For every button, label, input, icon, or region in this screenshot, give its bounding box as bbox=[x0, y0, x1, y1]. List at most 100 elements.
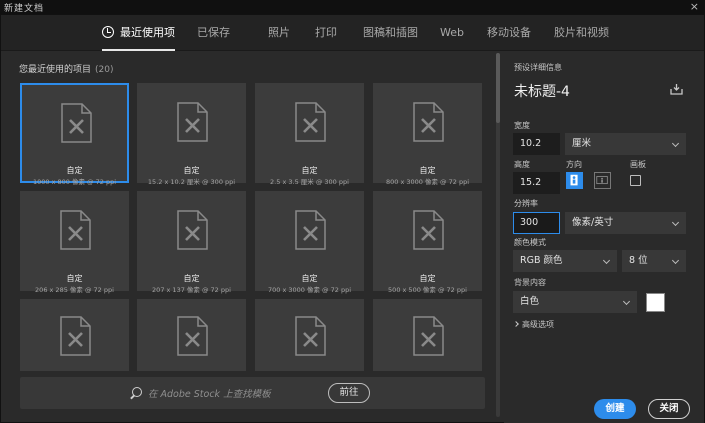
tab-web[interactable]: Web bbox=[440, 15, 464, 51]
tab-art-illustration[interactable]: 图稿和插图 bbox=[363, 15, 418, 51]
advanced-options-label: 高级选项 bbox=[522, 320, 554, 329]
chevron-down-icon bbox=[671, 139, 680, 148]
document-icon bbox=[61, 103, 92, 143]
tab-mobile[interactable]: 移动设备 bbox=[487, 15, 531, 51]
recent-item-card[interactable]: 自定 15.2 x 10.2 厘米 @ 300 ppi bbox=[137, 83, 246, 186]
item-name: 自定 bbox=[301, 274, 318, 283]
tab-recent[interactable]: 最近使用项 bbox=[102, 15, 175, 51]
document-icon bbox=[177, 316, 208, 356]
tab-saved[interactable]: 已保存 bbox=[197, 15, 230, 51]
chevron-down-icon bbox=[602, 256, 611, 265]
item-name: 自定 bbox=[183, 274, 200, 283]
landscape-icon bbox=[596, 176, 608, 185]
recent-item-card[interactable]: 自定 500 x 500 像素 @ 72 ppi bbox=[373, 191, 482, 294]
recent-item-card[interactable] bbox=[373, 299, 482, 371]
recent-item-card[interactable] bbox=[137, 299, 246, 371]
new-document-dialog: 最近使用项 已保存 照片 打印 图稿和插图 Web 移动设备 胶片和视频 您最近… bbox=[0, 14, 705, 423]
chevron-down-icon bbox=[671, 256, 680, 265]
portrait-icon bbox=[570, 174, 578, 186]
document-icon bbox=[60, 316, 91, 356]
recent-items-header: 您最近使用的项目 (20) bbox=[19, 62, 114, 75]
color-mode-select[interactable]: RGB 颜色 bbox=[513, 250, 617, 272]
recent-item-card[interactable]: 自定 1000 x 800 像素 @ 72 ppi bbox=[20, 83, 129, 186]
go-button[interactable]: 前往 bbox=[328, 383, 370, 403]
recent-item-card[interactable]: 自定 206 x 285 像素 @ 72 ppi bbox=[20, 191, 129, 294]
advanced-options-toggle[interactable]: 高级选项 bbox=[513, 319, 554, 330]
artboard-label: 画板 bbox=[630, 160, 646, 169]
background-value: 白色 bbox=[520, 296, 540, 307]
background-color-swatch[interactable] bbox=[646, 293, 665, 312]
item-size: 500 x 500 像素 @ 72 ppi bbox=[388, 286, 467, 294]
adobe-stock-search-bar[interactable]: 在 Adobe Stock 上查找模板 前往 bbox=[20, 377, 485, 409]
grid-scrollbar[interactable] bbox=[496, 53, 500, 417]
tab-label: 最近使用项 bbox=[120, 26, 175, 39]
item-name: 自定 bbox=[419, 274, 436, 283]
item-size: 2.5 x 3.5 厘米 @ 300 ppi bbox=[270, 178, 349, 186]
create-button[interactable]: 创建 bbox=[594, 399, 636, 419]
width-unit-select[interactable]: 厘米 bbox=[565, 133, 686, 155]
chevron-down-icon bbox=[671, 218, 680, 227]
recent-item-card[interactable]: 自定 207 x 137 像素 @ 72 ppi bbox=[137, 191, 246, 294]
bit-depth-select[interactable]: 8 位 bbox=[622, 250, 686, 272]
document-icon bbox=[177, 102, 208, 142]
recent-item-card[interactable]: 自定 700 x 3000 像素 @ 72 ppi bbox=[255, 191, 364, 294]
document-icon bbox=[60, 210, 91, 250]
document-name-field[interactable]: 未标题-4 bbox=[514, 81, 570, 101]
scrollbar-thumb[interactable] bbox=[496, 53, 500, 123]
document-icon bbox=[295, 316, 326, 356]
tab-photo[interactable]: 照片 bbox=[268, 15, 290, 51]
width-unit-value: 厘米 bbox=[572, 138, 592, 149]
background-select[interactable]: 白色 bbox=[513, 291, 637, 313]
close-button[interactable]: 关闭 bbox=[648, 399, 690, 419]
height-input[interactable]: 15.2 bbox=[513, 172, 560, 194]
recent-items-grid: 自定 1000 x 800 像素 @ 72 ppi 自定 15.2 x 10.2… bbox=[20, 83, 490, 383]
height-label: 高度 bbox=[514, 160, 530, 169]
resolution-unit-value: 像素/英寸 bbox=[572, 217, 614, 228]
category-tabs: 最近使用项 已保存 照片 打印 图稿和插图 Web 移动设备 胶片和视频 bbox=[1, 15, 704, 51]
tab-print[interactable]: 打印 bbox=[315, 15, 337, 51]
landscape-orientation-button[interactable] bbox=[594, 172, 611, 189]
color-mode-value: RGB 颜色 bbox=[520, 255, 563, 266]
recent-items-count: (20) bbox=[95, 65, 114, 75]
artboard-checkbox[interactable] bbox=[630, 175, 641, 186]
recent-item-card[interactable] bbox=[255, 299, 364, 371]
document-icon bbox=[295, 102, 326, 142]
item-size: 1000 x 800 像素 @ 72 ppi bbox=[32, 178, 117, 186]
item-size: 700 x 3000 像素 @ 72 ppi bbox=[267, 286, 352, 294]
item-size: 206 x 285 像素 @ 72 ppi bbox=[35, 286, 114, 294]
preset-details-panel: 预设详细信息 未标题-4 宽度 10.2 厘米 高度 方向 画板 15.2 分辨… bbox=[504, 51, 704, 423]
recent-item-card[interactable]: 自定 800 x 3000 像素 @ 72 ppi bbox=[373, 83, 482, 186]
document-icon bbox=[413, 210, 444, 250]
save-preset-icon[interactable] bbox=[670, 83, 683, 95]
chevron-down-icon bbox=[622, 297, 631, 306]
tab-film-video[interactable]: 胶片和视频 bbox=[554, 15, 609, 51]
item-name: 自定 bbox=[419, 166, 436, 175]
document-icon bbox=[413, 102, 444, 142]
item-name: 自定 bbox=[66, 274, 83, 283]
item-name: 自定 bbox=[301, 166, 318, 175]
item-size: 207 x 137 像素 @ 72 ppi bbox=[152, 286, 231, 294]
orientation-label: 方向 bbox=[566, 160, 582, 169]
search-icon bbox=[132, 387, 142, 397]
recent-items-title: 您最近使用的项目 bbox=[19, 65, 92, 75]
item-size: 800 x 3000 像素 @ 72 ppi bbox=[385, 178, 470, 186]
chevron-right-icon bbox=[513, 321, 519, 327]
document-icon bbox=[177, 210, 208, 250]
stock-search-input[interactable]: 在 Adobe Stock 上查找模板 bbox=[148, 386, 271, 400]
window-title: 新建文档 bbox=[4, 3, 45, 14]
portrait-orientation-button[interactable] bbox=[566, 172, 583, 189]
recent-item-card[interactable]: 自定 2.5 x 3.5 厘米 @ 300 ppi bbox=[255, 83, 364, 186]
recent-item-card[interactable] bbox=[20, 299, 129, 371]
resolution-unit-select[interactable]: 像素/英寸 bbox=[565, 212, 686, 234]
clock-icon bbox=[102, 26, 114, 38]
item-size: 15.2 x 10.2 厘米 @ 300 ppi bbox=[147, 178, 236, 186]
width-input[interactable]: 10.2 bbox=[513, 133, 560, 155]
item-name: 自定 bbox=[183, 166, 200, 175]
background-label: 背景内容 bbox=[514, 278, 546, 287]
document-icon bbox=[295, 210, 326, 250]
resolution-label: 分辨率 bbox=[514, 199, 538, 208]
document-icon bbox=[413, 316, 444, 356]
item-name: 自定 bbox=[66, 166, 83, 175]
window-close-icon[interactable]: × bbox=[690, 0, 699, 14]
resolution-input[interactable]: 300 bbox=[513, 212, 560, 234]
